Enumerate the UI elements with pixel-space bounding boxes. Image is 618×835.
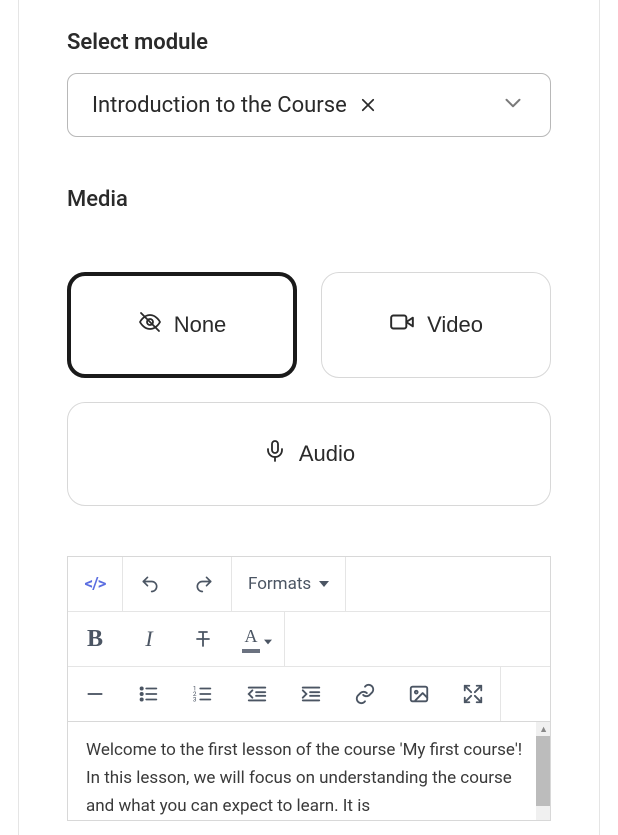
video-icon — [389, 309, 415, 341]
clear-icon[interactable] — [359, 96, 377, 114]
caret-down-icon — [264, 627, 272, 651]
bullet-list-button[interactable] — [122, 667, 176, 721]
module-select[interactable]: Introduction to the Course — [67, 73, 551, 137]
horizontal-rule-button[interactable] — [68, 667, 122, 721]
formats-label: Formats — [248, 574, 311, 594]
eye-slash-icon — [138, 310, 162, 340]
media-none-label: None — [174, 312, 227, 338]
formats-dropdown[interactable]: Formats — [232, 557, 345, 611]
form-container: Select module Introduction to the Course… — [18, 0, 600, 835]
module-select-value: Introduction to the Course — [92, 93, 377, 118]
bold-button[interactable]: B — [68, 612, 122, 666]
redo-button[interactable] — [177, 557, 231, 611]
rich-text-editor: </> Formats B — [67, 556, 551, 821]
module-label: Select module — [67, 30, 551, 55]
editor-text: Welcome to the first lesson of the cours… — [86, 740, 522, 816]
media-option-video[interactable]: Video — [321, 272, 551, 378]
numbered-list-button[interactable]: 123 — [176, 667, 230, 721]
caret-down-icon — [319, 574, 329, 594]
microphone-icon — [263, 439, 287, 469]
undo-button[interactable] — [123, 557, 177, 611]
svg-text:3: 3 — [193, 695, 197, 703]
italic-button[interactable]: I — [122, 612, 176, 666]
scrollbar-track[interactable]: ▲ — [536, 722, 550, 820]
media-row-1: None Video — [67, 272, 551, 378]
media-option-none[interactable]: None — [67, 272, 297, 378]
fullscreen-button[interactable] — [446, 667, 500, 721]
link-button[interactable] — [338, 667, 392, 721]
editor-toolbar: </> Formats B — [68, 557, 550, 722]
media-audio-label: Audio — [299, 441, 355, 467]
editor-content[interactable]: Welcome to the first lesson of the cours… — [68, 722, 550, 820]
chevron-down-icon — [500, 90, 526, 120]
media-video-label: Video — [427, 312, 483, 338]
media-label: Media — [67, 187, 551, 212]
indent-button[interactable] — [284, 667, 338, 721]
source-code-button[interactable]: </> — [68, 557, 122, 611]
outdent-button[interactable] — [230, 667, 284, 721]
strikethrough-button[interactable] — [176, 612, 230, 666]
text-color-button[interactable]: A — [230, 612, 284, 666]
module-selected-text: Introduction to the Course — [92, 93, 347, 118]
media-option-audio[interactable]: Audio — [67, 402, 551, 506]
image-button[interactable] — [392, 667, 446, 721]
scrollbar-thumb[interactable] — [536, 736, 550, 806]
